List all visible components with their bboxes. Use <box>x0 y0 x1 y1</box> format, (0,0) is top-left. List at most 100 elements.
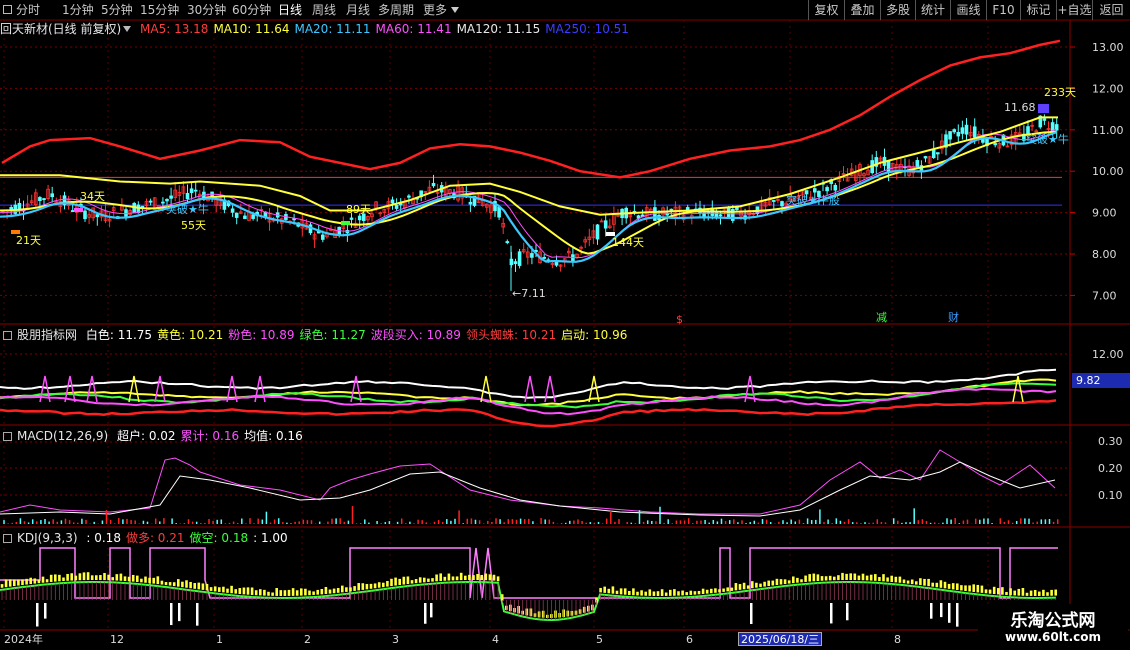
price-tick-label: 7.00 <box>1092 289 1117 302</box>
event-dollar[interactable]: $ <box>676 313 683 326</box>
candle-body <box>530 253 534 258</box>
event-reduce[interactable]: 减 <box>876 311 887 324</box>
kdj-yellow-bar <box>746 585 750 589</box>
candle-body <box>50 193 54 198</box>
kdj-yellow-bar <box>742 582 746 590</box>
kdj-yellow-bar <box>1025 592 1029 596</box>
candle-body <box>230 208 235 213</box>
draw-line-button[interactable]: 画线 <box>950 0 986 20</box>
indicator1-legend: 股朋指标网 白色: 11.75 黄色: 10.21 粉色: 10.89 绿色: 11.… <box>0 327 632 343</box>
kdj-yellow-bar <box>500 594 504 601</box>
mark-button[interactable]: 标记 <box>1020 0 1056 20</box>
candle-body <box>542 256 546 259</box>
kdj-yellow-bar <box>849 573 852 581</box>
kdj-yellow-bar <box>406 576 410 585</box>
kdj-yellow-bar <box>271 592 274 596</box>
kdj-yellow-bar <box>779 579 783 585</box>
main-legend-item: MA60: 11.41 <box>375 22 452 36</box>
tab-week[interactable]: 周线 <box>312 2 336 18</box>
watermark: 乐淘公式网 www.60lt.com <box>978 604 1128 650</box>
kdj-yellow-bar <box>37 579 41 584</box>
tab-1min[interactable]: 1分钟 <box>62 2 94 18</box>
kdj-yellow-bar <box>763 581 766 587</box>
collapse-icon[interactable] <box>3 331 12 340</box>
tab-multi-period[interactable]: 多周期 <box>378 2 414 18</box>
kdj-yellow-bar <box>279 590 283 596</box>
indicator1-title[interactable]: 股朋指标网 <box>17 328 77 342</box>
kdj-white-bar <box>44 603 47 619</box>
kdj-yellow-bar <box>394 577 397 586</box>
kdj-yellow-bar <box>131 574 135 582</box>
add-watchlist-button[interactable]: +自选 <box>1056 0 1092 20</box>
back-button[interactable]: 返回 <box>1092 0 1130 20</box>
tab-minute[interactable]: 分时 <box>16 2 40 18</box>
candle-body <box>923 156 928 159</box>
kdj-yellow-bar <box>209 587 213 591</box>
stock-chart[interactable]: 13.00 12.00 11.00 10.00 9.00 8.00 7.00 12.00 0.3… <box>0 0 1130 650</box>
main-legend-item: MA5: 13.18 <box>140 22 209 36</box>
signal-spike <box>64 375 76 403</box>
kdj-yellow-bar <box>33 578 37 584</box>
multi-stock-button[interactable]: 多股 <box>880 0 915 20</box>
dropdown-icon[interactable] <box>123 26 132 32</box>
kdj-yellow-bar <box>0 584 4 588</box>
ma60-line <box>0 128 1057 259</box>
kdj-yellow-bar <box>25 578 28 585</box>
kdj-yellow-bar <box>156 576 160 585</box>
kdj-yellow-bar <box>833 576 836 581</box>
fuquan-button[interactable]: 复权 <box>808 0 844 20</box>
tab-month[interactable]: 月线 <box>346 2 370 18</box>
candle-body <box>931 148 936 159</box>
kdj-yellow-bar <box>636 591 639 596</box>
kdj-yellow-bar <box>459 572 463 581</box>
candle-body <box>960 127 965 134</box>
kdj-yellow-bar <box>919 578 922 586</box>
tab-30min[interactable]: 30分钟 <box>187 2 226 18</box>
checkbox-icon[interactable] <box>3 5 12 14</box>
candle-body <box>390 199 395 204</box>
kdj-yellow-bar <box>21 579 24 586</box>
kdj-yellow-bar <box>353 586 356 591</box>
kdj-yellow-bar <box>664 592 668 596</box>
stats-button[interactable]: 统计 <box>915 0 950 20</box>
ind3-legend-item: : 1.00 <box>253 531 288 545</box>
stock-title[interactable]: 回天新材(日线 前复权) <box>0 22 121 36</box>
collapse-icon[interactable] <box>3 432 12 441</box>
kdj-yellow-bar <box>1046 592 1049 596</box>
kdj-yellow-bar <box>935 582 939 588</box>
kdj-yellow-bar <box>669 589 672 596</box>
kdj-yellow-bar <box>890 575 893 583</box>
macd-title[interactable]: MACD(12,26,9) <box>17 429 108 443</box>
kdj-yellow-bar <box>915 581 918 585</box>
kdj-yellow-bar <box>136 575 139 582</box>
chevron-down-icon[interactable] <box>449 2 462 18</box>
candle-body <box>193 189 198 192</box>
kdj-yellow-bar <box>640 590 643 596</box>
kdj-yellow-bar <box>82 572 86 581</box>
candle-body <box>185 192 190 200</box>
kdj-yellow-bar <box>783 579 787 585</box>
candle-body <box>833 184 838 191</box>
kdj-yellow-bar <box>656 591 660 596</box>
kdj-yellow-bar <box>841 572 844 581</box>
kdj-yellow-bar <box>894 576 898 583</box>
tab-day[interactable]: 日线 <box>278 2 302 18</box>
kdj-yellow-bar <box>189 581 192 589</box>
overlay-button[interactable]: 叠加 <box>844 0 880 20</box>
signal-spike <box>480 375 492 403</box>
tab-15min[interactable]: 15分钟 <box>140 2 179 18</box>
kdj-yellow-bar <box>730 587 734 591</box>
kdj-yellow-bar <box>316 589 319 595</box>
kdj-yellow-bar <box>328 589 332 594</box>
tab-60min[interactable]: 60分钟 <box>232 2 271 18</box>
kdj-yellow-bar <box>673 589 676 596</box>
candle-body <box>554 261 559 266</box>
f10-button[interactable]: F10 <box>986 0 1020 20</box>
price-tick-label: 9.00 <box>1092 207 1117 220</box>
tab-more[interactable]: 更多 <box>423 2 447 18</box>
collapse-icon[interactable] <box>3 534 12 543</box>
kdj-yellow-bar <box>623 588 627 595</box>
tab-5min[interactable]: 5分钟 <box>101 2 133 18</box>
kdj-title[interactable]: KDJ(9,3,3) <box>17 531 78 545</box>
event-finance[interactable]: 财 <box>948 310 959 324</box>
